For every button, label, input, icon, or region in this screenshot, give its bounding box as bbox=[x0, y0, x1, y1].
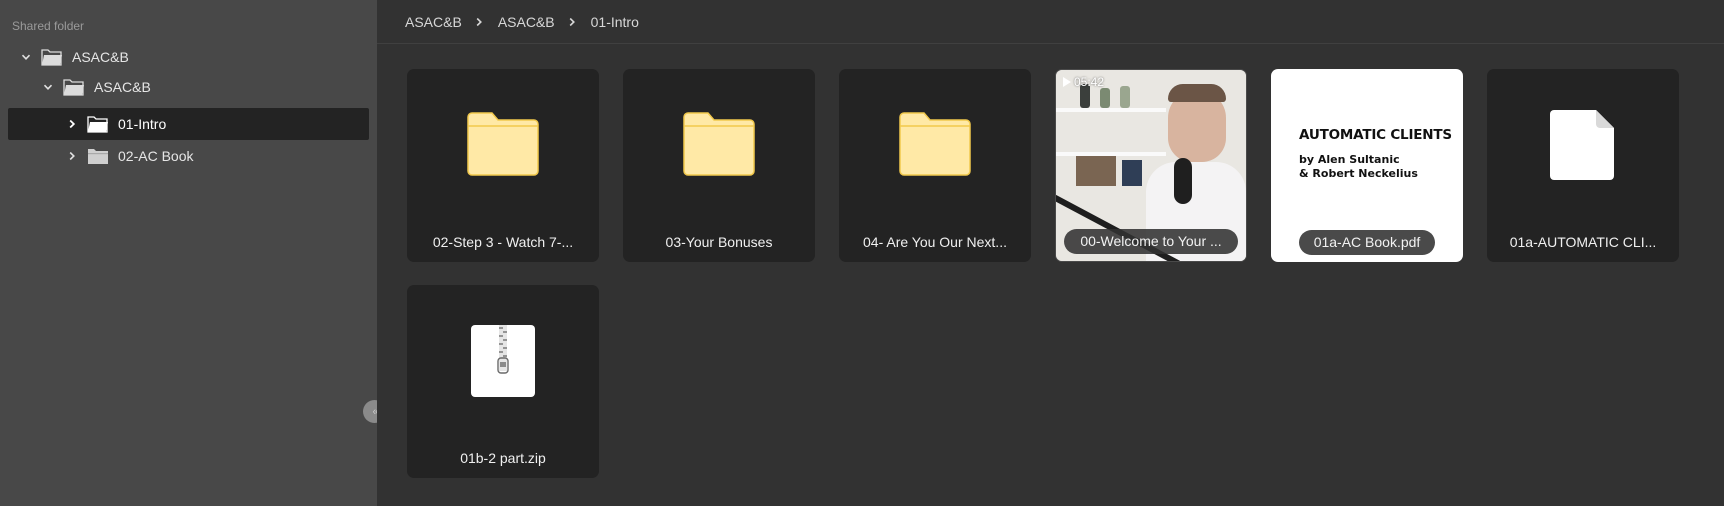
file-browser: Shared folder ASAC&B ASAC&B 01-Intro 02-… bbox=[0, 0, 1724, 506]
tree-item-label: 01-Intro bbox=[118, 116, 167, 132]
chevron-right-icon[interactable] bbox=[66, 118, 78, 130]
double-chevron-left-icon: « bbox=[372, 405, 378, 418]
play-icon bbox=[1063, 77, 1071, 87]
item-name: 03-Your Bonuses bbox=[665, 234, 773, 250]
pdf-preview-line: & Robert Neckelius bbox=[1299, 167, 1418, 180]
duration-label: 05:42 bbox=[1074, 75, 1105, 89]
open-folder-icon bbox=[87, 116, 108, 133]
tree-item-asacb-root[interactable]: ASAC&B bbox=[8, 41, 381, 72]
main-content: ASAC&B ASAC&B 01-Intro 02-Step 3 - Watch… bbox=[377, 0, 1724, 506]
breadcrumb: ASAC&B ASAC&B 01-Intro bbox=[377, 0, 1724, 44]
folder-icon bbox=[683, 112, 755, 176]
folder-tile[interactable]: 04- Are You Our Next... bbox=[839, 69, 1031, 262]
breadcrumb-item-current[interactable]: 01-Intro bbox=[591, 14, 639, 30]
tree-item-label: ASAC&B bbox=[94, 78, 151, 95]
tree-item-02-ac-book[interactable]: 02-AC Book bbox=[8, 140, 381, 171]
folder-icon bbox=[467, 112, 539, 176]
item-name: 01a-AUTOMATIC CLI... bbox=[1509, 234, 1657, 250]
chevron-right-icon bbox=[567, 16, 579, 28]
zip-tile[interactable]: 01b-2 part.zip bbox=[407, 285, 599, 478]
chevron-down-icon[interactable] bbox=[42, 81, 54, 93]
chevron-down-icon[interactable] bbox=[20, 51, 32, 63]
tree-item-01-intro[interactable]: 01-Intro bbox=[8, 108, 369, 140]
chevron-right-icon[interactable] bbox=[66, 150, 78, 162]
tree-item-asacb-child[interactable]: ASAC&B bbox=[8, 71, 381, 102]
video-duration: 05:42 bbox=[1063, 75, 1104, 89]
folder-tile[interactable]: 02-Step 3 - Watch 7-... bbox=[407, 69, 599, 262]
open-folder-icon bbox=[41, 48, 62, 66]
pdf-preview-title: AUTOMATIC CLIENTS bbox=[1299, 127, 1452, 143]
breadcrumb-item[interactable]: ASAC&B bbox=[405, 14, 462, 30]
folder-tile[interactable]: 03-Your Bonuses bbox=[623, 69, 815, 262]
chevron-right-icon bbox=[474, 16, 486, 28]
item-name: 01b-2 part.zip bbox=[460, 450, 546, 466]
video-tile[interactable]: 05:42 00-Welcome to Your ... bbox=[1055, 69, 1247, 262]
breadcrumb-item[interactable]: ASAC&B bbox=[498, 14, 555, 30]
item-name: 00-Welcome to Your ... bbox=[1064, 229, 1238, 254]
item-name: 01a-AC Book.pdf bbox=[1299, 230, 1435, 255]
document-icon bbox=[1550, 110, 1614, 180]
zip-archive-icon bbox=[471, 325, 535, 397]
sidebar-heading: Shared folder bbox=[12, 19, 85, 33]
item-name: 04- Are You Our Next... bbox=[863, 234, 1007, 250]
item-name: 02-Step 3 - Watch 7-... bbox=[432, 234, 574, 250]
tree-item-label: ASAC&B bbox=[72, 48, 129, 65]
open-folder-icon bbox=[63, 78, 84, 96]
folder-icon bbox=[899, 112, 971, 176]
sidebar: Shared folder ASAC&B ASAC&B 01-Intro 02-… bbox=[0, 0, 386, 506]
pdf-preview-authors: by Alen Sultanic & Robert Neckelius bbox=[1299, 153, 1418, 181]
pdf-preview-line: by Alen Sultanic bbox=[1299, 153, 1400, 166]
pdf-tile[interactable]: AUTOMATIC CLIENTS by Alen Sultanic & Rob… bbox=[1271, 69, 1463, 262]
document-tile[interactable]: 01a-AUTOMATIC CLI... bbox=[1487, 69, 1679, 262]
tree-item-label: 02-AC Book bbox=[118, 147, 194, 164]
folder-icon bbox=[88, 148, 108, 164]
